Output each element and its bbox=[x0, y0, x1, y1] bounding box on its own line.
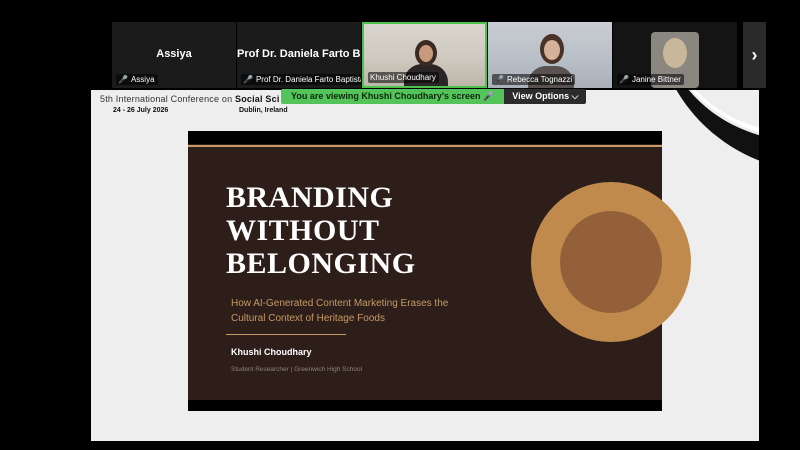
mic-muted-icon: 🎤 bbox=[243, 75, 253, 84]
slide-title-line: BRANDING bbox=[226, 181, 394, 214]
participant-video-face bbox=[544, 40, 560, 60]
slide-author: Khushi Choudhary bbox=[231, 347, 312, 357]
slide-divider bbox=[226, 334, 346, 335]
participant-tile-janine[interactable]: 🎤 Janine Bittner bbox=[613, 22, 737, 88]
slide-title-line: BELONGING bbox=[226, 247, 416, 280]
decorative-swoosh bbox=[676, 90, 759, 161]
participant-avatar-head bbox=[663, 38, 687, 68]
conference-dates: 24 - 26 July 2026 bbox=[113, 107, 169, 114]
participant-name-label: Khushi Choudhary bbox=[368, 72, 439, 83]
presentation-slide: BRANDING WITHOUT BELONGING How AI-Genera… bbox=[188, 131, 691, 411]
participant-label-text: Rebecca Tognazzi bbox=[506, 75, 573, 84]
participant-name-label: 🎤 Rebecca Tognazzi bbox=[492, 74, 576, 85]
participant-label-text: Assiya bbox=[130, 75, 155, 84]
chevron-right-icon: › bbox=[751, 44, 758, 65]
slide-title-line: WITHOUT bbox=[226, 214, 380, 247]
slide-subtitle: How AI-Generated Content Marketing Erase… bbox=[231, 298, 449, 324]
next-participants-button[interactable]: › bbox=[743, 22, 766, 88]
participant-name-label: 🎤 Prof Dr. Daniela Farto Baptista bbox=[241, 74, 361, 85]
participant-label-text: Prof Dr. Daniela Farto Baptista bbox=[255, 75, 361, 84]
view-options-button[interactable]: View Options ⌵ bbox=[504, 89, 587, 104]
conference-location: Dublin, Ireland bbox=[239, 107, 288, 114]
viewing-indicator: You are viewing Khushi Choudhary's scree… bbox=[281, 89, 505, 104]
slide-content: BRANDING WITHOUT BELONGING How AI-Genera… bbox=[188, 144, 691, 400]
participant-tile-rebecca[interactable]: 🎤 Rebecca Tognazzi bbox=[488, 22, 612, 88]
participant-name-label: 🎤 Assiya bbox=[116, 74, 158, 85]
shared-screen: 5th International Conference on Social S… bbox=[91, 90, 759, 441]
participant-tile-daniela[interactable]: Prof Dr. Daniela Farto B... 🎤 Prof Dr. Da… bbox=[237, 22, 361, 88]
participant-display-name: Assiya bbox=[156, 48, 192, 60]
mic-muted-icon: 🎤 bbox=[118, 75, 128, 84]
participant-label-text: Khushi Choudhary bbox=[370, 73, 436, 82]
mic-muted-icon: 🎤 bbox=[619, 75, 629, 84]
mic-muted-icon: 🎤 bbox=[494, 75, 504, 84]
participant-display-name: Prof Dr. Daniela Farto B... bbox=[237, 48, 361, 60]
participant-tile-assiya[interactable]: Assiya 🎤 Assiya bbox=[112, 22, 236, 88]
conference-title: 5th International Conference on Social S… bbox=[100, 94, 280, 104]
decorative-circle-inner bbox=[560, 211, 662, 313]
participant-tile-khushi[interactable]: Khushi Choudhary bbox=[362, 22, 487, 88]
slide-title: BRANDING WITHOUT BELONGING bbox=[226, 181, 416, 280]
slide-author-role: Student Researcher | Greenwich High Scho… bbox=[231, 366, 363, 373]
screen-share-banner: You are viewing Khushi Choudhary's scree… bbox=[281, 89, 587, 104]
participant-name-label: 🎤 Janine Bittner bbox=[617, 74, 684, 85]
participant-video-face bbox=[419, 45, 433, 62]
participant-label-text: Janine Bittner bbox=[631, 75, 681, 84]
participant-strip: Assiya 🎤 Assiya Prof Dr. Daniela Farto B.… bbox=[0, 22, 800, 88]
slide-accent-line bbox=[188, 145, 662, 147]
